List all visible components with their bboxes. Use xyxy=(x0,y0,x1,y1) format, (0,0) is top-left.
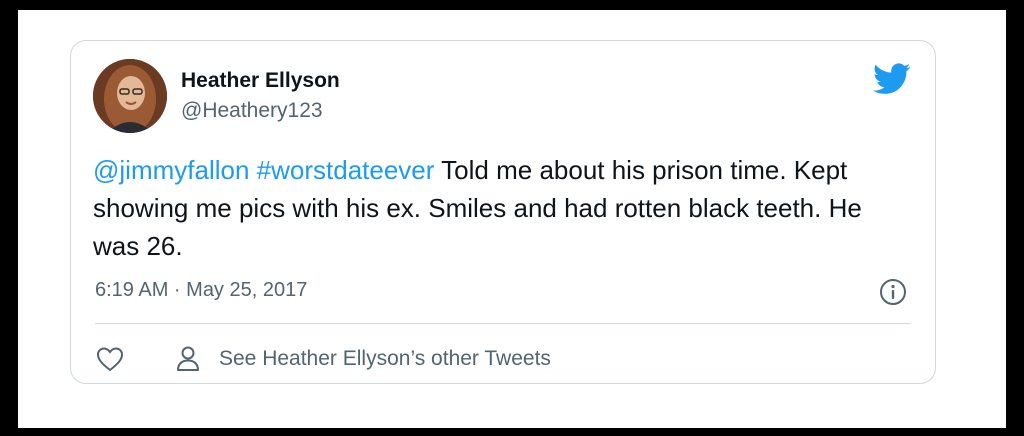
tweet-actions: See Heather Ellyson’s other Tweets xyxy=(95,341,551,377)
see-other-tweets-link[interactable]: See Heather Ellyson’s other Tweets xyxy=(219,347,551,371)
tweet-card: Heather Ellyson @Heathery123 @jimmyfallo… xyxy=(70,40,936,384)
person-icon[interactable] xyxy=(175,345,201,373)
avatar[interactable] xyxy=(93,59,167,133)
tweet-timestamp[interactable]: 6:19 AM · May 25, 2017 xyxy=(95,279,307,302)
screenshot-canvas: Heather Ellyson @Heathery123 @jimmyfallo… xyxy=(18,10,1006,428)
tweet-text: @jimmyfallon #worstdateever Told me abou… xyxy=(93,151,913,265)
author-name[interactable]: Heather Ellyson xyxy=(181,69,340,93)
author-handle[interactable]: @Heathery123 xyxy=(181,99,323,123)
divider xyxy=(95,323,911,324)
mention-link[interactable]: @jimmyfallon xyxy=(93,155,249,185)
info-icon[interactable] xyxy=(879,278,907,306)
heart-icon[interactable] xyxy=(95,345,125,373)
hashtag-link[interactable]: #worstdateever xyxy=(257,155,435,185)
twitter-bird-icon[interactable] xyxy=(873,63,911,95)
